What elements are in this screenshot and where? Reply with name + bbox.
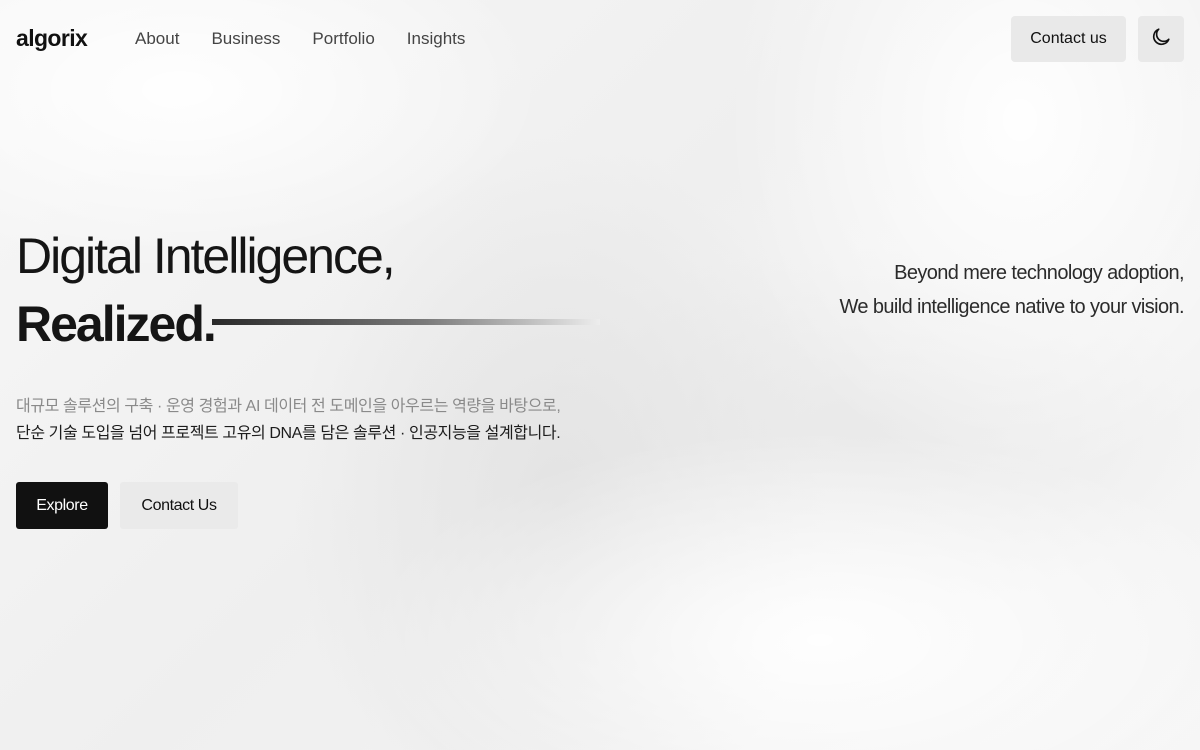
header-contact-button[interactable]: Contact us xyxy=(1011,16,1126,62)
tagline-line2: We build intelligence native to your vis… xyxy=(839,296,1184,318)
main-nav: About Business Portfolio Insights xyxy=(135,29,465,49)
hero-section: Digital Intelligence, Realized. Beyond m… xyxy=(0,0,1200,750)
description-line1: 대규모 솔루션의 구축 · 운영 경험과 AI 데이터 전 도메인을 아우르는 … xyxy=(16,398,561,415)
nav-item-about[interactable]: About xyxy=(135,29,179,49)
nav-item-portfolio[interactable]: Portfolio xyxy=(312,29,374,49)
hero-tagline: Beyond mere technology adoption, We buil… xyxy=(839,256,1184,324)
brand-logo[interactable]: algorix xyxy=(16,24,88,52)
moon-icon xyxy=(1150,26,1172,53)
description-line2: 단순 기술 도입을 넘어 프로젝트 고유의 DNA를 담은 솔루션 · 인공지능… xyxy=(16,425,561,442)
nav-item-insights[interactable]: Insights xyxy=(407,29,466,49)
explore-button[interactable]: Explore xyxy=(16,482,108,529)
theme-toggle-button[interactable] xyxy=(1138,16,1184,62)
hero-description: 대규모 솔루션의 구축 · 운영 경험과 AI 데이터 전 도메인을 아우르는 … xyxy=(16,393,561,447)
nav-item-business[interactable]: Business xyxy=(211,29,280,49)
headline-accent-line xyxy=(212,319,600,325)
hero-headline-line2: Realized. xyxy=(16,296,217,352)
hero-headline-line1: Digital Intelligence, xyxy=(16,228,396,284)
hero-contact-button[interactable]: Contact Us xyxy=(120,482,238,529)
tagline-line1: Beyond mere technology adoption, xyxy=(894,262,1185,284)
site-header: algorix About Business Portfolio Insight… xyxy=(0,0,1200,78)
